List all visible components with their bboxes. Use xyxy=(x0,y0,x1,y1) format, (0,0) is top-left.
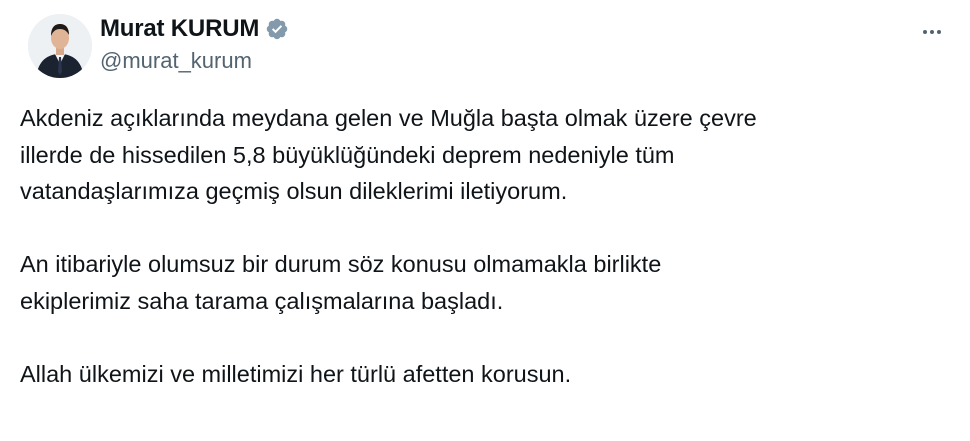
author-info: Murat KURUM @murat_kurum xyxy=(100,14,289,74)
tweet-paragraph-1: Akdeniz açıklarında meydana gelen ve Muğ… xyxy=(20,100,950,210)
verified-badge-icon xyxy=(265,17,289,41)
more-horizontal-icon xyxy=(923,30,941,34)
tweet-paragraph-2: An itibariyle olumsuz bir durum söz konu… xyxy=(20,246,950,319)
author-handle[interactable]: @murat_kurum xyxy=(100,48,289,74)
text-line: vatandaşlarımıza geçmiş olsun dileklerim… xyxy=(20,178,568,204)
tweet-card: Murat KURUM @murat_kurum Akdeniz açıklar… xyxy=(0,0,970,441)
text-line: illerde de hissedilen 5,8 büyüklüğündeki… xyxy=(20,141,675,168)
tweet-header: Murat KURUM @murat_kurum xyxy=(20,10,950,80)
text-line: Allah ülkemizi ve milletimizi her türlü … xyxy=(20,360,572,387)
avatar[interactable] xyxy=(28,14,92,78)
text-line: Akdeniz açıklarında meydana gelen ve Muğ… xyxy=(20,105,757,131)
author-display-name[interactable]: Murat KURUM xyxy=(100,15,259,43)
tweet-paragraph-3: Allah ülkemizi ve milletimizi her türlü … xyxy=(20,356,950,393)
text-line: An itibariyle olumsuz bir durum söz konu… xyxy=(20,251,662,277)
avatar-image xyxy=(28,14,92,78)
more-options-button[interactable] xyxy=(914,14,950,50)
tweet-text: Akdeniz açıklarında meydana gelen ve Muğ… xyxy=(20,100,950,392)
text-line: ekiplerimiz saha tarama çalışmalarına ba… xyxy=(20,287,504,314)
name-row: Murat KURUM xyxy=(100,14,289,44)
